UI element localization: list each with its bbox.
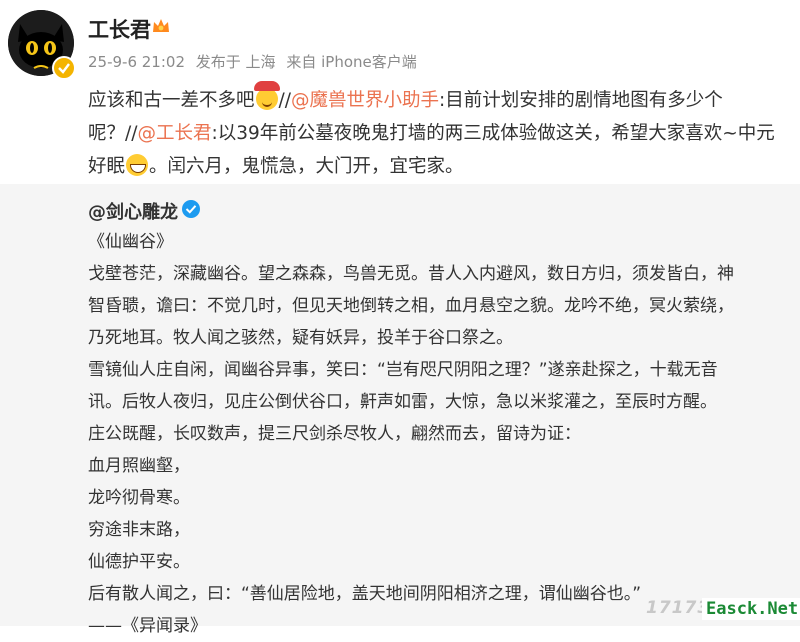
repost-line: 龙吟彻骨寒。 (88, 488, 190, 508)
post-header: 工长君 25-9-6 21:02 发布于 上海 来自 iPhone客户端 (0, 0, 800, 80)
repost-line: 《仙幽谷》 (88, 232, 173, 252)
post-location: 发布于 上海 (195, 53, 276, 71)
verified-blue-icon (182, 200, 200, 218)
verified-badge-icon (52, 56, 76, 80)
post-source: 来自 iPhone客户端 (286, 53, 417, 71)
post-text-part: 应该和古一差不多吧 (88, 90, 255, 111)
grin-face-emoji-icon (126, 154, 149, 176)
post-meta: 25-9-6 21:02 发布于 上海 来自 iPhone客户端 (88, 51, 423, 72)
post-datetime[interactable]: 25-9-6 21:02 (88, 53, 185, 71)
repost-line: 仙德护平安。 (88, 552, 190, 572)
repost-body: 《仙幽谷》 戈壁苍茫，深藏幽谷。望之森森，鸟兽无觅。昔人入内避风，数日方归，须发… (88, 226, 788, 642)
vip-crown-icon (153, 19, 169, 32)
repost-line: 智昏聩，谵曰：不觉几时，但见天地倒转之相，血月悬空之貌。龙吟不绝，冥火萦绕， (88, 296, 734, 316)
watermark-easck: Easck.Net (702, 598, 800, 620)
post-text-part: 。闰六月，鬼慌急，大门开，宜宅家。 (149, 156, 464, 177)
mention-link[interactable]: @工长君 (137, 123, 211, 144)
repost-line: 乃死地耳。牧人闻之骇然，疑有妖异，投羊于谷口祭之。 (88, 328, 513, 348)
post-text: 应该和古一差不多吧//@魔兽世界小助手:目前计划安排的剧情地图有多少个呢？//@… (88, 81, 788, 183)
watermark-17173: 17173 (646, 598, 711, 618)
mention-link[interactable]: @魔兽世界小助手 (291, 90, 439, 111)
repost-line: 庄公既醒，长叹数声，提三尺剑杀尽牧人，翩然而去，留诗为证： (88, 424, 581, 444)
repost-line: 血月照幽壑， (88, 456, 190, 476)
repost-author[interactable]: @剑心雕龙 (88, 198, 178, 224)
post-text-part: // (278, 90, 291, 111)
party-face-emoji-icon (253, 81, 280, 110)
repost-line: 讯。后牧人夜归，见庄公倒伏谷口，鼾声如雷，大惊，急以米浆灌之，至辰时方醒。 (88, 392, 717, 412)
repost-line: 穷途非末路， (88, 520, 190, 540)
repost-line: 雪镜仙人庄自闲，闻幽谷异事，笑曰：“岂有咫尺阴阳之理？”遂亲赴探之，十载无音 (88, 360, 718, 380)
author-name[interactable]: 工长君 (88, 14, 151, 44)
repost-line: 戈壁苍茫，深藏幽谷。望之森森，鸟兽无觅。昔人入内避风，数日方归，须发皆白，神 (88, 264, 734, 284)
